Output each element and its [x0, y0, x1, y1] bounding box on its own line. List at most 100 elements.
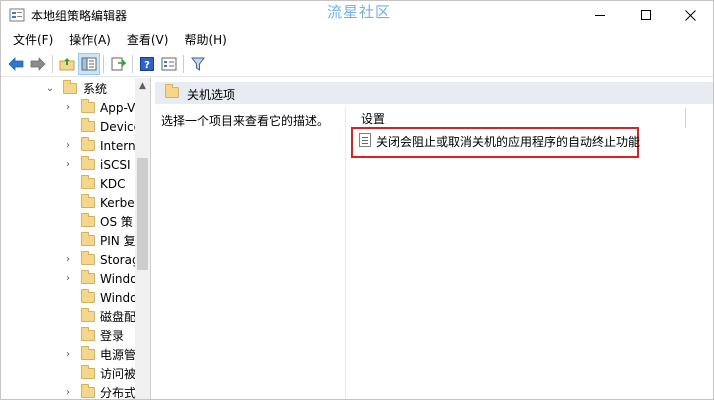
properties-icon — [161, 57, 177, 70]
tree-item[interactable]: PIN 复 — [1, 232, 135, 251]
tree-item-label: OS 策 — [100, 215, 133, 229]
folder-header-title: 关机选项 — [187, 88, 236, 102]
tree-item-label: Windo — [100, 272, 135, 286]
tree-item-label: App-V — [100, 101, 135, 115]
chevron-right-icon[interactable]: › — [63, 348, 73, 362]
up-folder-button[interactable] — [56, 53, 78, 75]
maximize-button[interactable] — [623, 1, 669, 29]
details-pane: 关机选项 选择一个项目来查看它的描述。 设置 关闭会阻止或取消关机的应用程序的自… — [155, 78, 713, 399]
tree-item[interactable]: 登录 — [1, 327, 135, 346]
chevron-right-icon[interactable]: › — [63, 386, 73, 399]
tree-item-label: 磁盘配 — [100, 310, 135, 324]
menu-help[interactable]: 帮助(H) — [176, 29, 234, 51]
tree-scrollbar[interactable]: ▲ — [135, 78, 150, 399]
folder-icon — [63, 80, 77, 94]
tree-item[interactable]: Device — [1, 118, 135, 137]
filter-icon — [191, 57, 205, 71]
folder-icon — [81, 118, 95, 132]
tree-item[interactable]: 访问被 — [1, 365, 135, 384]
menu-action[interactable]: 操作(A) — [61, 29, 119, 51]
folder-icon — [81, 308, 95, 322]
folder-icon — [81, 213, 95, 227]
title-bar[interactable]: 本地组策略编辑器 流星社区 — [1, 1, 713, 29]
tree-item-label: 登录 — [100, 329, 125, 343]
forward-button[interactable] — [27, 53, 49, 75]
back-arrow-icon — [8, 56, 24, 71]
tree-item[interactable]: › App-V — [1, 99, 135, 118]
tree-item[interactable]: Kerbe — [1, 194, 135, 213]
menu-view[interactable]: 查看(V) — [119, 29, 177, 51]
chevron-right-icon[interactable]: › — [63, 272, 73, 286]
tree-item-label: Device — [100, 120, 135, 134]
description-text: 选择一个项目来查看它的描述。 — [161, 114, 330, 128]
folder-icon — [81, 270, 95, 284]
toolbar-separator — [183, 54, 184, 73]
tree-item[interactable]: OS 策 — [1, 213, 135, 232]
tree-item[interactable]: › Storag — [1, 251, 135, 270]
tree-item-label: 分布式 — [100, 386, 135, 400]
folder-icon — [81, 251, 95, 265]
tree-item[interactable]: › Windo — [1, 270, 135, 289]
group-policy-app-icon — [9, 8, 25, 22]
chevron-right-icon[interactable]: › — [63, 253, 73, 267]
tree-item[interactable]: › 分布式 — [1, 384, 135, 400]
toolbar-separator — [52, 54, 53, 73]
filter-button[interactable] — [187, 53, 209, 75]
watermark-text: 流星社区 — [327, 3, 392, 21]
tree-item-label: Kerbe — [100, 196, 135, 210]
tree-item[interactable]: › iSCSI — [1, 156, 135, 175]
tree-item-label: 电源管 — [100, 348, 135, 362]
tree-item-label: Storag — [100, 253, 135, 267]
chevron-right-icon[interactable]: › — [63, 139, 73, 153]
column-header-setting[interactable]: 设置 — [361, 110, 385, 127]
policy-setting-item[interactable]: 关闭会阻止或取消关机的应用程序的自动终止功能 — [376, 133, 640, 150]
menu-file[interactable]: 文件(F) — [5, 29, 61, 51]
window: 本地组策略编辑器 流星社区 文件(F) 操作(A) 查看(V) 帮助(H) ? … — [0, 0, 714, 400]
chevron-down-icon[interactable]: ⌄ — [45, 82, 55, 96]
help-icon: ? — [140, 56, 154, 71]
chevron-right-icon[interactable]: › — [63, 158, 73, 172]
chevron-right-icon[interactable]: › — [63, 101, 73, 115]
tree-item-label: Windo — [100, 291, 135, 305]
minimize-icon — [595, 14, 605, 16]
folder-icon — [81, 327, 95, 341]
folder-icon — [81, 232, 95, 246]
tree-item-label: 系统 — [83, 82, 108, 96]
back-button[interactable] — [5, 53, 27, 75]
window-title: 本地组策略编辑器 — [31, 9, 128, 23]
toolbar-separator — [103, 54, 104, 73]
properties-button[interactable] — [158, 53, 180, 75]
tree-item-label: iSCSI — [100, 158, 131, 172]
tree-item[interactable]: › Intern — [1, 137, 135, 156]
show-hide-tree-button[interactable] — [78, 52, 100, 75]
scroll-up-icon[interactable]: ▲ — [135, 78, 150, 95]
tree-item[interactable]: › 电源管 — [1, 346, 135, 365]
toolbar-separator — [132, 54, 133, 73]
close-icon — [684, 9, 696, 21]
folder-icon — [81, 99, 95, 113]
column-divider — [345, 108, 346, 399]
folder-icon — [81, 194, 95, 208]
up-folder-icon — [59, 57, 75, 70]
tree-item[interactable]: KDC — [1, 175, 135, 194]
help-button[interactable]: ? — [136, 53, 158, 75]
show-hide-tree-icon — [81, 57, 97, 70]
export-list-button[interactable] — [107, 53, 129, 75]
toolbar: ? — [1, 51, 713, 77]
forward-arrow-icon — [30, 56, 46, 71]
folder-icon — [81, 156, 95, 170]
policy-setting-icon — [359, 133, 371, 147]
tree-item-label: PIN 复 — [100, 234, 135, 248]
tree-item-system[interactable]: ⌄ 系统 — [1, 80, 135, 99]
column-divider[interactable] — [685, 108, 686, 128]
scrollbar-thumb[interactable] — [137, 158, 148, 270]
minimize-button[interactable] — [577, 1, 623, 29]
close-button[interactable] — [667, 1, 713, 29]
folder-icon — [165, 84, 179, 98]
tree-item[interactable]: 磁盘配 — [1, 308, 135, 327]
tree-item-label: 访问被 — [100, 367, 135, 381]
folder-icon — [81, 137, 95, 151]
folder-icon — [81, 365, 95, 379]
tree-item[interactable]: Windo — [1, 289, 135, 308]
navigation-tree: ⌄ 系统 › App-V Device › Intern › iSCSI KDC — [1, 78, 151, 400]
